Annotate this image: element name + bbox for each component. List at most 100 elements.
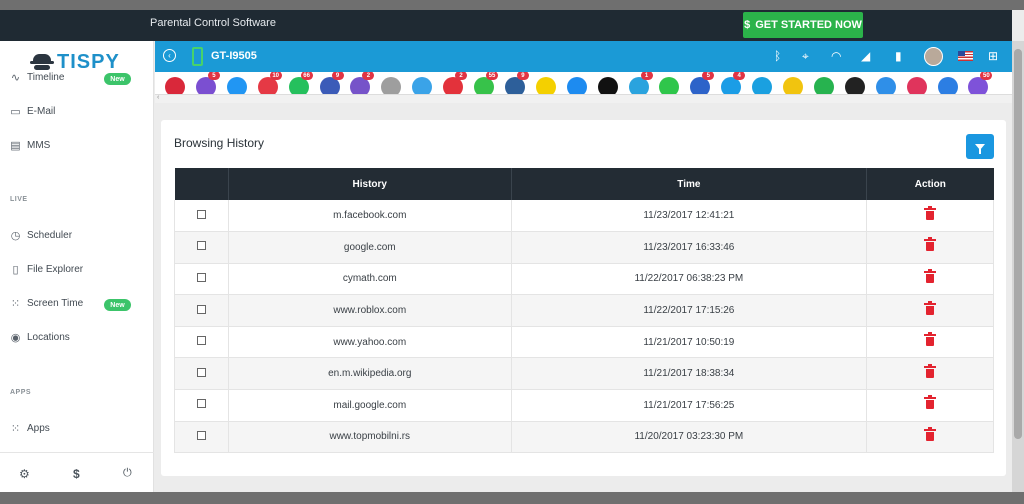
table-row: en.m.wikipedia.org 11/21/2017 18:38:34	[174, 357, 994, 390]
action-cell	[866, 421, 994, 453]
trash-icon[interactable]	[924, 300, 937, 315]
action-cell	[866, 357, 994, 390]
row-checkbox[interactable]	[196, 336, 206, 346]
filter-icon	[975, 143, 985, 154]
column-header-action: Action	[914, 178, 946, 190]
power-icon[interactable]: ⏻	[123, 467, 132, 480]
gps-icon[interactable]: ⌖	[802, 49, 809, 64]
history-cell: mail.google.com	[227, 389, 512, 422]
count-badge: 9	[331, 72, 344, 80]
row-checkbox[interactable]	[196, 430, 206, 440]
gift-icon[interactable]: ⊞	[988, 49, 998, 63]
section-label-live: LIVE	[10, 196, 28, 203]
history-cell: cymath.com	[227, 263, 512, 295]
row-checkbox[interactable]	[196, 241, 206, 251]
window-edge	[0, 492, 1024, 504]
column-header-history: History	[228, 168, 512, 200]
sidebar-item-label: Locations	[27, 332, 70, 343]
time-cell: 11/21/2017 18:38:34	[510, 357, 868, 390]
row-checkbox[interactable]	[196, 367, 206, 377]
history-cell: www.roblox.com	[227, 294, 512, 327]
settings-icon[interactable]: ⚙	[19, 467, 30, 481]
signal-icon[interactable]: ◢	[861, 49, 870, 63]
select-cell	[174, 200, 229, 232]
avatar[interactable]	[924, 47, 943, 66]
trash-icon[interactable]	[924, 363, 937, 378]
sidebar-item-locations[interactable]: ◉ Locations	[10, 332, 70, 344]
trash-icon[interactable]	[924, 205, 937, 220]
trash-icon[interactable]	[924, 395, 937, 410]
vertical-scrollbar[interactable]	[1012, 41, 1024, 492]
device-bar: ‹ GT-I9505 ᛒ ⌖ ◠ ◢ ▮ ⊞	[155, 41, 1012, 72]
pulse-icon: ∿	[10, 72, 21, 84]
action-cell	[866, 263, 994, 295]
row-checkbox[interactable]	[196, 304, 206, 314]
horizontal-scrollbar[interactable]: ‹	[155, 94, 1012, 103]
row-checkbox[interactable]	[196, 209, 206, 219]
sidebar: TISPY ∿ Timeline New ▭ E-Mail ▤ MMS LIVE…	[0, 41, 154, 492]
time-cell: 11/21/2017 17:56:25	[510, 389, 868, 422]
bluetooth-icon[interactable]: ᛒ	[774, 49, 781, 63]
count-badge: 1	[640, 72, 653, 80]
back-icon[interactable]: ‹	[163, 49, 176, 62]
section-label-apps: APPS	[10, 389, 32, 396]
row-checkbox[interactable]	[196, 272, 206, 282]
trash-icon[interactable]	[924, 426, 937, 441]
sidebar-item-label: Apps	[27, 423, 50, 434]
table-row: www.topmobilni.rs 11/20/2017 03:23:30 PM	[174, 421, 994, 453]
sidebar-item-file-explorer[interactable]: ▯ File Explorer	[10, 264, 84, 276]
count-badge: 2	[455, 72, 468, 80]
trash-icon[interactable]	[924, 332, 937, 347]
history-cell: m.facebook.com	[227, 200, 512, 232]
logo-text: TISPY	[57, 51, 120, 73]
sidebar-item-scheduler[interactable]: ◷ Scheduler	[10, 230, 73, 242]
select-cell	[174, 231, 229, 264]
trash-icon[interactable]	[924, 237, 937, 252]
sidebar-item-label: Timeline	[27, 72, 65, 83]
filter-button[interactable]	[966, 134, 994, 159]
sidebar-item-apps[interactable]: ⁙ Apps	[10, 423, 50, 435]
new-badge: New	[104, 299, 131, 311]
time-cell: 11/23/2017 16:33:46	[510, 231, 868, 264]
select-cell	[174, 263, 229, 295]
table-row: www.roblox.com 11/22/2017 17:15:26	[174, 294, 994, 327]
get-started-button[interactable]: $ GET STARTED NOW	[743, 12, 863, 38]
column-header-select	[174, 168, 229, 200]
count-badge: 10	[269, 72, 282, 80]
dollar-icon[interactable]: $	[73, 467, 80, 481]
app-window: Parental Control Software $ GET STARTED …	[0, 0, 1024, 504]
device-name: GT-I9505	[211, 50, 257, 62]
count-badge: 66	[300, 72, 313, 80]
action-cell	[866, 326, 994, 358]
battery-icon[interactable]: ▮	[895, 49, 902, 63]
sidebar-item-label: Screen Time	[27, 298, 84, 309]
sidebar-item-mms[interactable]: ▤ MMS	[10, 140, 50, 152]
row-checkbox[interactable]	[196, 399, 206, 409]
grid-icon: ⁙	[10, 423, 21, 435]
count-badge: 50	[980, 72, 993, 80]
page-title: Browsing History	[174, 136, 265, 150]
sidebar-item-timeline[interactable]: ∿ Timeline	[10, 72, 65, 84]
time-cell: 11/23/2017 12:41:21	[510, 200, 868, 232]
film-icon: ▤	[10, 140, 21, 152]
sidebar-item-label: Scheduler	[27, 230, 73, 241]
sidebar-item-screen-time[interactable]: ⁙ Screen Time	[10, 298, 84, 310]
time-cell: 11/22/2017 17:15:26	[510, 294, 868, 327]
pin-icon: ◉	[10, 332, 21, 344]
table-row: cymath.com 11/22/2017 06:38:23 PM	[174, 263, 994, 295]
sidebar-item-email[interactable]: ▭ E-Mail	[10, 106, 56, 118]
logo[interactable]: TISPY	[30, 51, 120, 74]
count-badge: 9	[516, 72, 529, 80]
table-row: mail.google.com 11/21/2017 17:56:25	[174, 389, 994, 422]
wifi-icon[interactable]: ◠	[831, 49, 841, 63]
top-bar: Parental Control Software $ GET STARTED …	[0, 10, 1012, 41]
count-badge: 5	[207, 72, 220, 80]
sidebar-item-label: File Explorer	[27, 264, 84, 275]
select-cell	[174, 326, 229, 358]
select-cell	[174, 421, 229, 453]
get-started-label: GET STARTED NOW	[755, 19, 862, 31]
trash-icon[interactable]	[924, 268, 937, 283]
sidebar-item-label: E-Mail	[27, 106, 56, 117]
scrollbar-thumb[interactable]	[1014, 49, 1022, 439]
us-flag-icon[interactable]	[958, 51, 973, 61]
